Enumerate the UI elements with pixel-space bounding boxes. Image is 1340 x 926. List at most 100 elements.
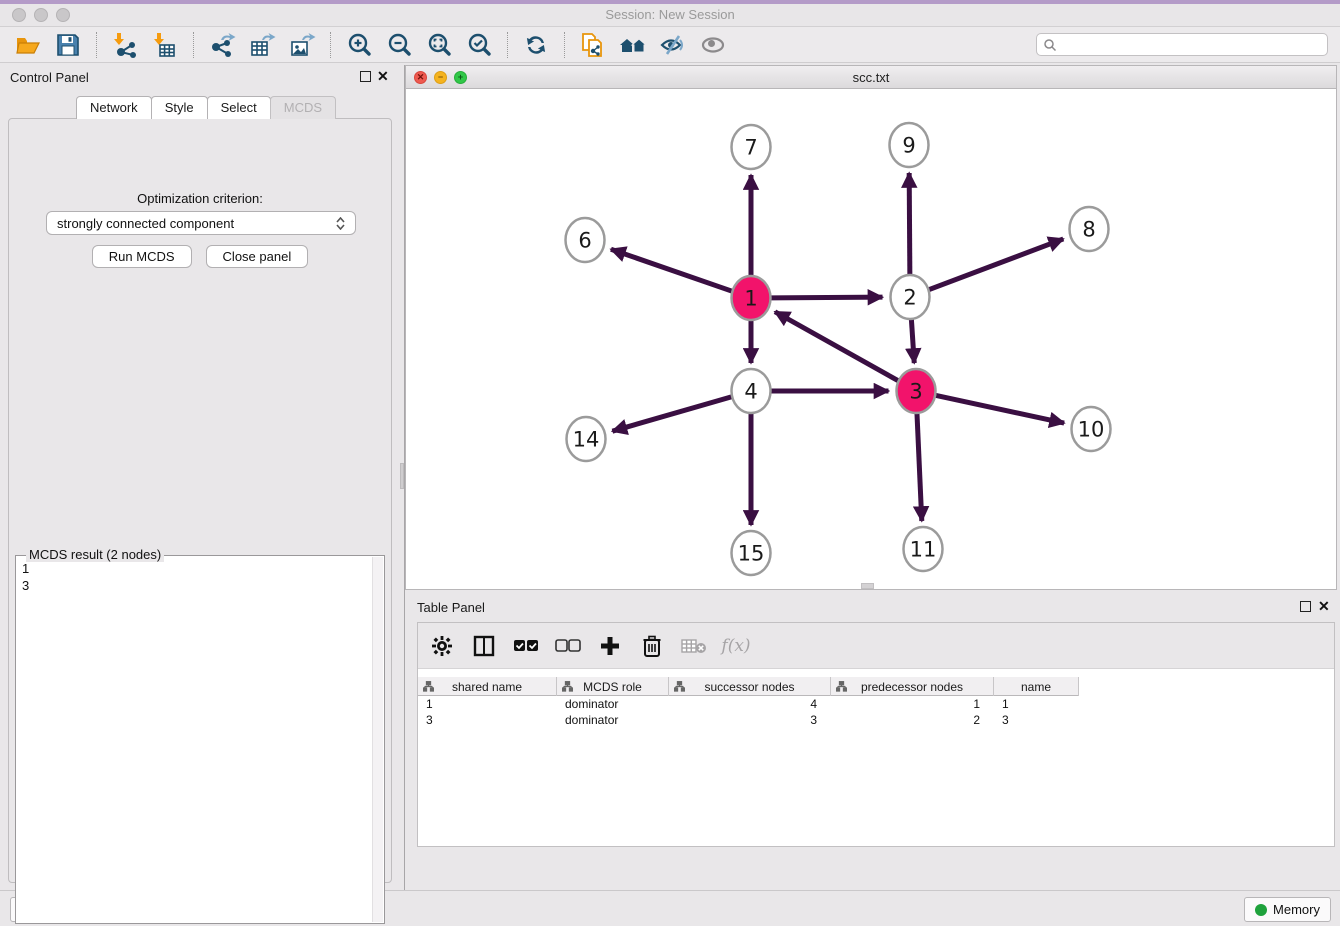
column-label: successor nodes [704, 680, 794, 694]
tree-icon [423, 681, 434, 692]
memory-button[interactable]: Memory [1244, 897, 1331, 922]
network-canvas[interactable]: 7968124314101511 [406, 89, 1336, 589]
select-all-checkboxes-icon[interactable] [512, 632, 540, 660]
column-header-MCDS-role[interactable]: MCDS role [557, 677, 669, 696]
control-panel: Control Panel ✕ NetworkStyleSelectMCDS O… [0, 65, 400, 890]
node-label-2: 2 [903, 286, 916, 310]
close-table-panel-icon[interactable]: ✕ [1318, 598, 1330, 614]
save-session-icon[interactable] [48, 29, 88, 61]
tab-mcds[interactable]: MCDS [270, 96, 336, 119]
node-label-4: 4 [744, 380, 757, 404]
toolbar-separator [330, 32, 331, 58]
search-input[interactable] [1057, 38, 1321, 52]
column-label: MCDS role [583, 680, 642, 694]
function-builder-icon[interactable]: f(x) [722, 632, 750, 660]
zoom-selected-icon[interactable] [459, 29, 499, 61]
tab-network[interactable]: Network [76, 96, 152, 119]
mcds-tab-content: Optimization criterion: strongly connect… [8, 118, 392, 883]
column-header-predecessor-nodes[interactable]: predecessor nodes [831, 677, 994, 696]
tab-select[interactable]: Select [207, 96, 271, 119]
column-layout-icon[interactable] [470, 632, 498, 660]
edge-2-to-9[interactable] [909, 173, 910, 276]
dropdown-stepper-icon [336, 217, 345, 230]
table-row[interactable]: 1dominator411 [418, 696, 1334, 712]
run-mcds-button[interactable]: Run MCDS [92, 245, 192, 268]
search-box[interactable] [1036, 33, 1328, 56]
clone-network-icon[interactable] [573, 29, 613, 61]
network-window-titlebar[interactable]: ✕ − + scc.txt [406, 66, 1336, 89]
edge-3-to-10[interactable] [936, 395, 1064, 423]
zoom-fit-icon[interactable] [419, 29, 459, 61]
import-table-icon[interactable] [145, 29, 185, 61]
toolbar-separator [507, 32, 508, 58]
close-panel-button[interactable]: Close panel [206, 245, 309, 268]
table-header-row: shared name MCDS role successor nodes prede… [418, 677, 1079, 696]
cell-MCDS-role[interactable]: dominator [557, 696, 669, 712]
edge-1-to-6[interactable] [611, 249, 732, 291]
node-label-3: 3 [909, 380, 922, 404]
export-network-icon[interactable] [202, 29, 242, 61]
edge-2-to-8[interactable] [929, 239, 1063, 290]
delete-column-trash-icon[interactable] [638, 632, 666, 660]
refresh-icon[interactable] [516, 29, 556, 61]
tree-icon [836, 681, 847, 692]
control-panel-title: Control Panel [10, 70, 89, 85]
node-table-container: f(x) shared name MCDS role successor nodes… [417, 622, 1335, 847]
cell-shared-name[interactable]: 3 [418, 712, 557, 728]
toolbar-separator [564, 32, 565, 58]
criterion-value: strongly connected component [57, 216, 234, 231]
cell-name[interactable]: 3 [994, 712, 1079, 728]
node-label-9: 9 [902, 134, 915, 158]
cell-successor-nodes[interactable]: 4 [669, 696, 831, 712]
node-label-8: 8 [1082, 218, 1095, 242]
node-label-15: 15 [738, 542, 765, 566]
table-toolbar: f(x) [418, 623, 1334, 669]
table-row[interactable]: 3dominator323 [418, 712, 1334, 728]
edge-3-to-11[interactable] [917, 412, 922, 521]
import-network-icon[interactable] [105, 29, 145, 61]
application-window: Session: New Session [0, 0, 1340, 926]
deselect-all-checkboxes-icon[interactable] [554, 632, 582, 660]
column-header-name[interactable]: name [994, 677, 1079, 696]
window-title: Session: New Session [0, 7, 1340, 22]
horizontal-splitter-handle[interactable] [861, 583, 874, 589]
mcds-result-box: MCDS result (2 nodes) 13 [15, 555, 385, 924]
result-scrollbar[interactable] [372, 557, 383, 922]
cell-successor-nodes[interactable]: 3 [669, 712, 831, 728]
network-view-window: ✕ − + scc.txt 7968124314101511 [405, 65, 1337, 590]
optimization-criterion-label: Optimization criterion: [9, 191, 391, 206]
cell-name[interactable]: 1 [994, 696, 1079, 712]
zoom-in-icon[interactable] [339, 29, 379, 61]
column-label: shared name [452, 680, 522, 694]
tab-style[interactable]: Style [151, 96, 208, 119]
hide-visual-icon[interactable] [653, 29, 693, 61]
edge-1-to-2[interactable] [771, 297, 882, 298]
export-table-icon[interactable] [242, 29, 282, 61]
zoom-out-icon[interactable] [379, 29, 419, 61]
close-panel-icon[interactable]: ✕ [377, 68, 389, 84]
column-header-successor-nodes[interactable]: successor nodes [669, 677, 831, 696]
column-header-shared-name[interactable]: shared name [418, 677, 557, 696]
show-visual-icon[interactable] [693, 29, 733, 61]
delete-table-icon[interactable] [680, 632, 708, 660]
home-layout-icon[interactable] [613, 29, 653, 61]
float-table-panel-icon[interactable] [1300, 601, 1311, 612]
cell-MCDS-role[interactable]: dominator [557, 712, 669, 728]
splitter-handle[interactable] [400, 463, 404, 489]
criterion-dropdown[interactable]: strongly connected component [46, 211, 356, 235]
cell-predecessor-nodes[interactable]: 1 [831, 696, 994, 712]
export-image-icon[interactable] [282, 29, 322, 61]
cell-shared-name[interactable]: 1 [418, 696, 557, 712]
edge-4-to-14[interactable] [612, 397, 731, 431]
table-options-gear-icon[interactable] [428, 632, 456, 660]
cell-predecessor-nodes[interactable]: 2 [831, 712, 994, 728]
table-panel: Table Panel ✕ [405, 595, 1340, 890]
tree-icon [562, 681, 573, 692]
titlebar: Session: New Session [0, 4, 1340, 27]
add-column-icon[interactable] [596, 632, 624, 660]
open-session-icon[interactable] [8, 29, 48, 61]
float-panel-icon[interactable] [360, 71, 371, 82]
network-graph[interactable]: 7968124314101511 [406, 89, 1336, 589]
edge-2-to-3[interactable] [911, 318, 914, 363]
edge-3-to-1[interactable] [775, 312, 898, 381]
